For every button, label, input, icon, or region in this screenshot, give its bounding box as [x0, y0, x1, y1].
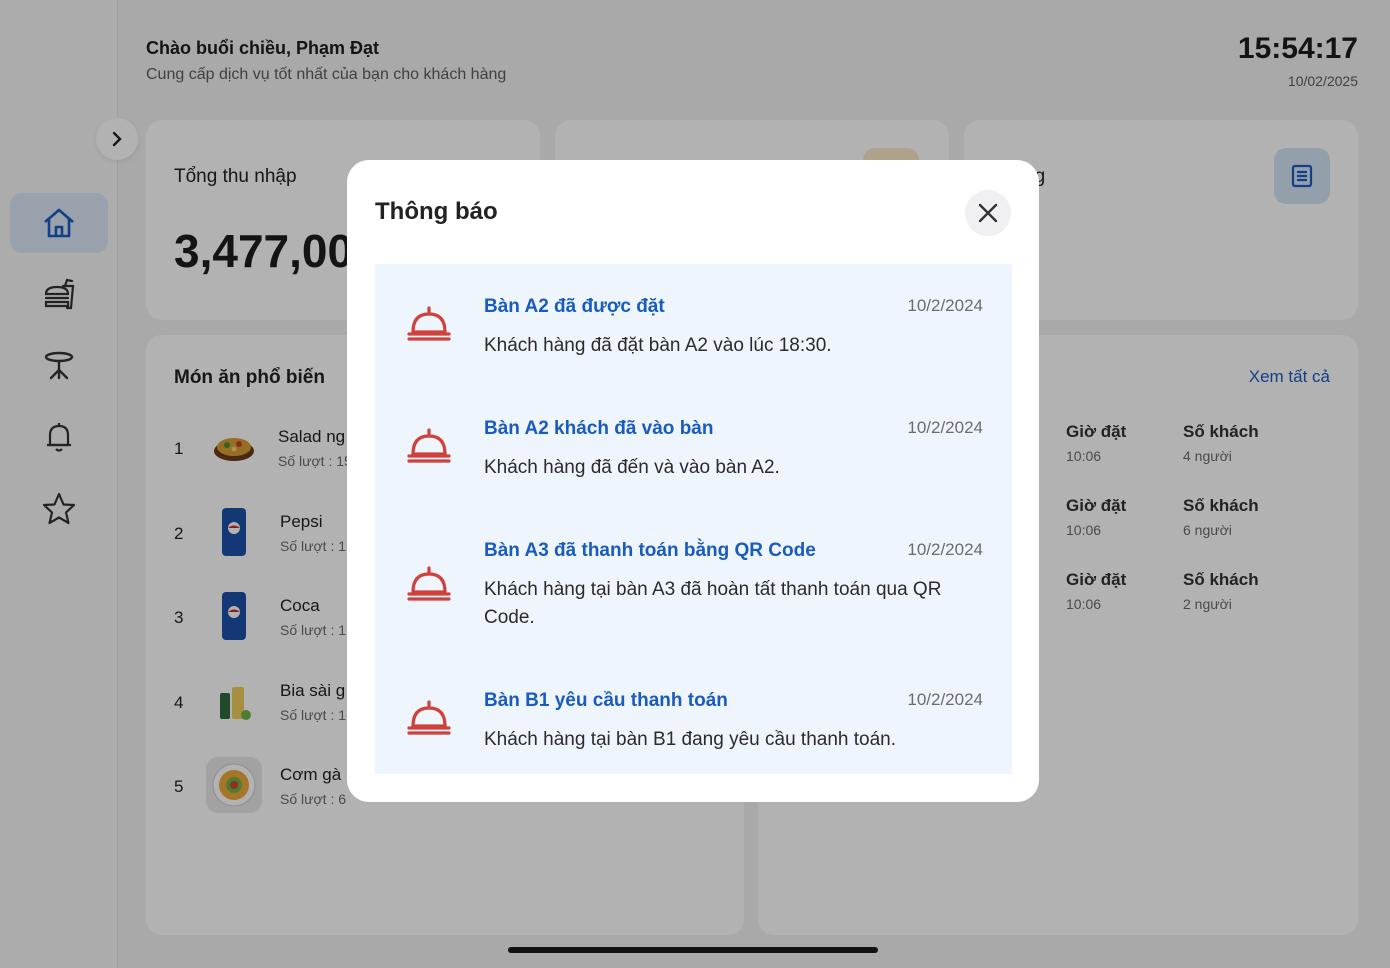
notification-title: Bàn A2 khách đã vào bàn: [484, 418, 714, 439]
notification-date: 10/2/2024: [907, 690, 983, 709]
cloche-icon: [407, 428, 451, 463]
notification-title: Bàn B1 yêu cầu thanh toán: [484, 690, 728, 711]
cloche-icon: [407, 566, 451, 601]
notification-item[interactable]: Bàn B1 yêu cầu thanh toán 10/2/2024 Khác…: [375, 690, 1012, 760]
notification-list: Bàn A2 đã được đặt 10/2/2024 Khách hàng …: [375, 264, 1012, 774]
notification-body: Khách hàng tại bàn B1 đang yêu cầu thanh…: [484, 729, 896, 750]
close-button[interactable]: [965, 190, 1011, 236]
notification-body: Khách hàng đã đến và vào bàn A2.: [484, 457, 780, 478]
notifications-modal: Thông báo Bàn A2 đã được đặt 10/2/2024 K…: [347, 160, 1039, 802]
notification-item[interactable]: Bàn A2 khách đã vào bàn 10/2/2024 Khách …: [375, 418, 1012, 488]
notification-title: Bàn A2 đã được đặt: [484, 296, 665, 317]
cloche-icon: [407, 700, 451, 735]
notification-item[interactable]: Bàn A2 đã được đặt 10/2/2024 Khách hàng …: [375, 296, 1012, 366]
cloche-icon: [407, 306, 451, 341]
notification-date: 10/2/2024: [907, 540, 983, 559]
close-icon: [978, 203, 998, 223]
notification-body: Khách hàng đã đặt bàn A2 vào lúc 18:30.: [484, 335, 832, 356]
home-indicator: [508, 947, 878, 953]
notification-date: 10/2/2024: [907, 296, 983, 315]
notification-item[interactable]: Bàn A3 đã thanh toán bằng QR Code 10/2/2…: [375, 540, 1012, 640]
notification-title: Bàn A3 đã thanh toán bằng QR Code: [484, 540, 816, 561]
notification-date: 10/2/2024: [907, 418, 983, 437]
notification-body: Khách hàng tại bàn A3 đã hoàn tất thanh …: [484, 579, 942, 628]
modal-title: Thông báo: [375, 198, 498, 225]
